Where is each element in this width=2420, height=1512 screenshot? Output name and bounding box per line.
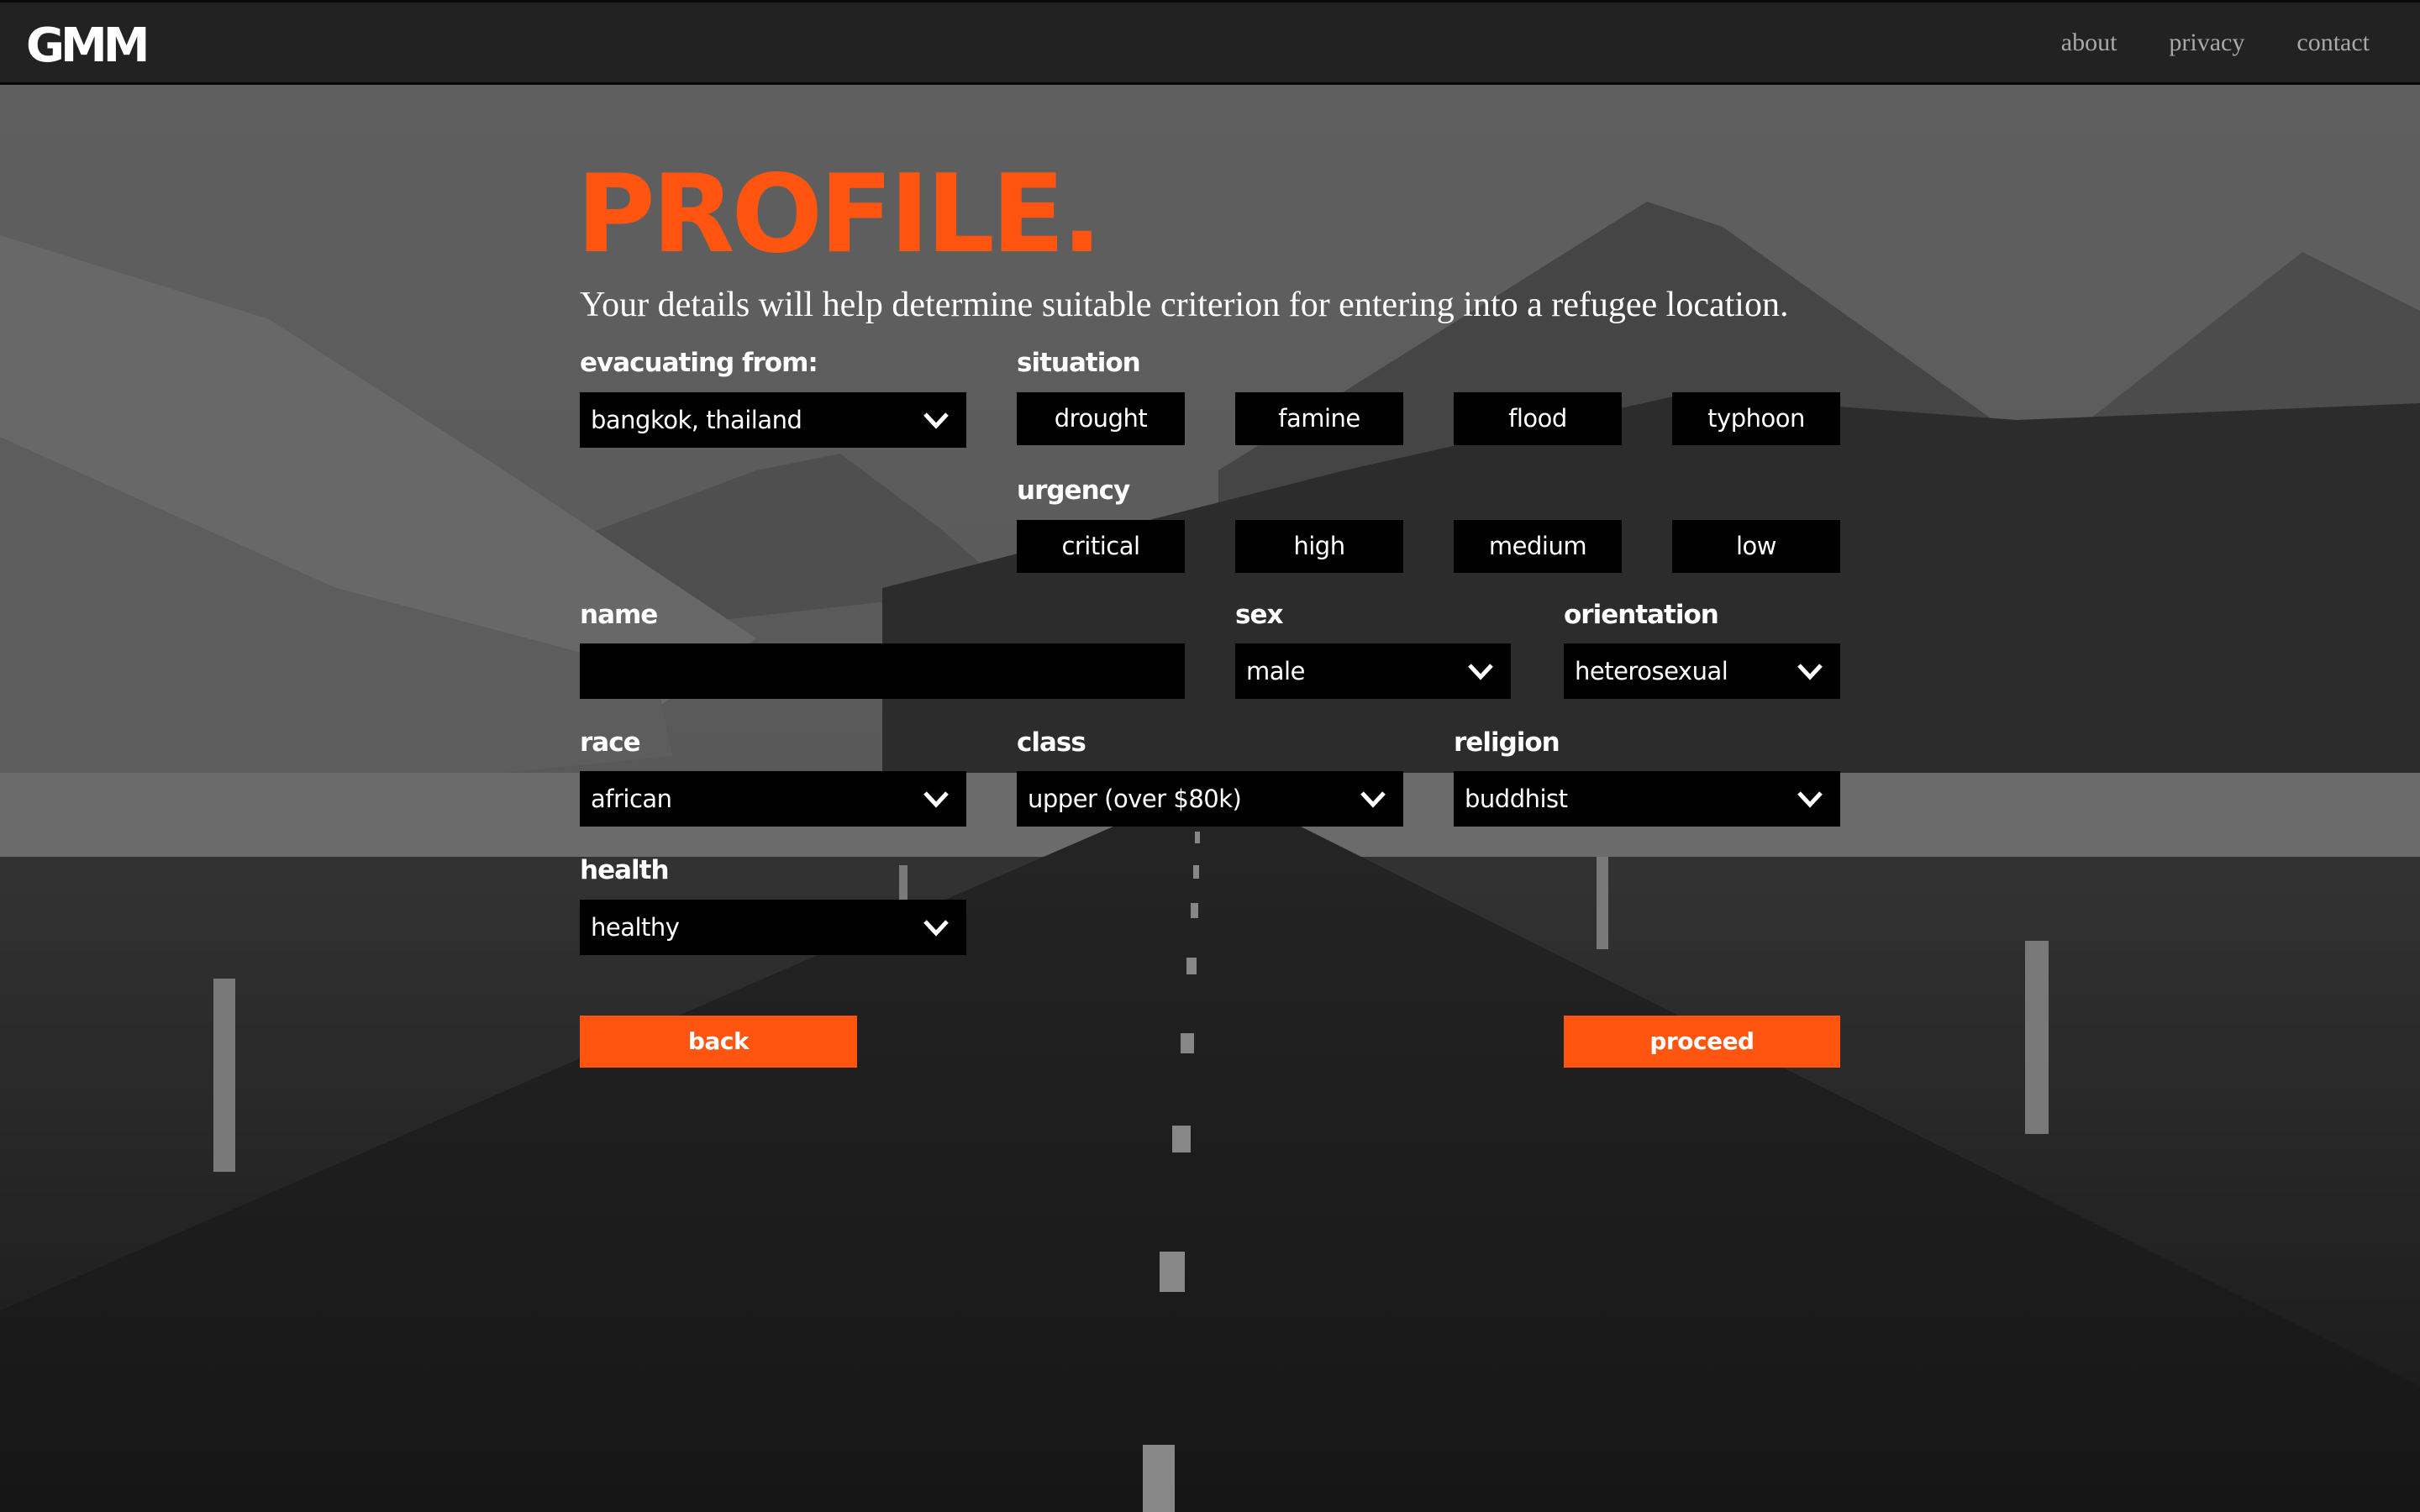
- situation-option-famine[interactable]: famine: [1235, 392, 1403, 445]
- situation-option-drought[interactable]: drought: [1017, 392, 1185, 445]
- race-select[interactable]: african: [580, 771, 966, 827]
- background-landscape-image: [0, 0, 2420, 1512]
- class-value: upper (over $80k): [1028, 785, 1242, 813]
- religion-value: buddhist: [1465, 785, 1568, 813]
- situation-label: situation: [1017, 348, 1141, 378]
- chevron-down-icon: [923, 920, 949, 937]
- race-value: african: [591, 785, 672, 813]
- religion-label: religion: [1454, 727, 1560, 758]
- chevron-down-icon: [1797, 664, 1823, 680]
- orientation-value: heterosexual: [1575, 657, 1728, 685]
- religion-select[interactable]: buddhist: [1454, 771, 1840, 827]
- top-nav-bar: GMM about privacy contact: [0, 0, 2420, 85]
- nav-link-contact[interactable]: contact: [2296, 26, 2370, 60]
- orientation-label: orientation: [1564, 600, 1719, 630]
- chevron-down-icon: [1468, 664, 1493, 680]
- urgency-option-low[interactable]: low: [1672, 520, 1840, 573]
- urgency-label: urgency: [1017, 475, 1130, 506]
- orientation-select[interactable]: heterosexual: [1564, 643, 1840, 699]
- page-subtitle: Your details will help determine suitabl…: [580, 286, 1789, 324]
- chevron-down-icon: [923, 412, 949, 429]
- nav-link-privacy[interactable]: privacy: [2169, 26, 2244, 60]
- urgency-option-medium[interactable]: medium: [1454, 520, 1622, 573]
- situation-option-flood[interactable]: flood: [1454, 392, 1622, 445]
- sex-label: sex: [1235, 600, 1283, 630]
- logo[interactable]: GMM: [26, 21, 150, 71]
- proceed-button[interactable]: proceed: [1564, 1016, 1840, 1068]
- sex-value: male: [1246, 657, 1305, 685]
- health-value: healthy: [591, 913, 680, 942]
- race-label: race: [580, 727, 641, 758]
- situation-option-typhoon[interactable]: typhoon: [1672, 392, 1840, 445]
- chevron-down-icon: [923, 791, 949, 808]
- health-label: health: [580, 855, 670, 885]
- evacuating-from-label: evacuating from:: [580, 348, 818, 378]
- evacuating-from-value: bangkok, thailand: [591, 406, 802, 434]
- chevron-down-icon: [1360, 791, 1386, 808]
- evacuating-from-select[interactable]: bangkok, thailand: [580, 392, 966, 448]
- nav-links: about privacy contact: [2061, 26, 2370, 60]
- urgency-option-high[interactable]: high: [1235, 520, 1403, 573]
- back-button[interactable]: back: [580, 1016, 857, 1068]
- name-label: name: [580, 600, 658, 630]
- class-select[interactable]: upper (over $80k): [1017, 771, 1403, 827]
- class-label: class: [1017, 727, 1086, 758]
- sex-select[interactable]: male: [1235, 643, 1511, 699]
- urgency-option-critical[interactable]: critical: [1017, 520, 1185, 573]
- nav-link-about[interactable]: about: [2061, 26, 2118, 60]
- page-title: PROFILE.: [576, 152, 1102, 277]
- health-select[interactable]: healthy: [580, 900, 966, 955]
- chevron-down-icon: [1797, 791, 1823, 808]
- name-input[interactable]: [580, 643, 1185, 699]
